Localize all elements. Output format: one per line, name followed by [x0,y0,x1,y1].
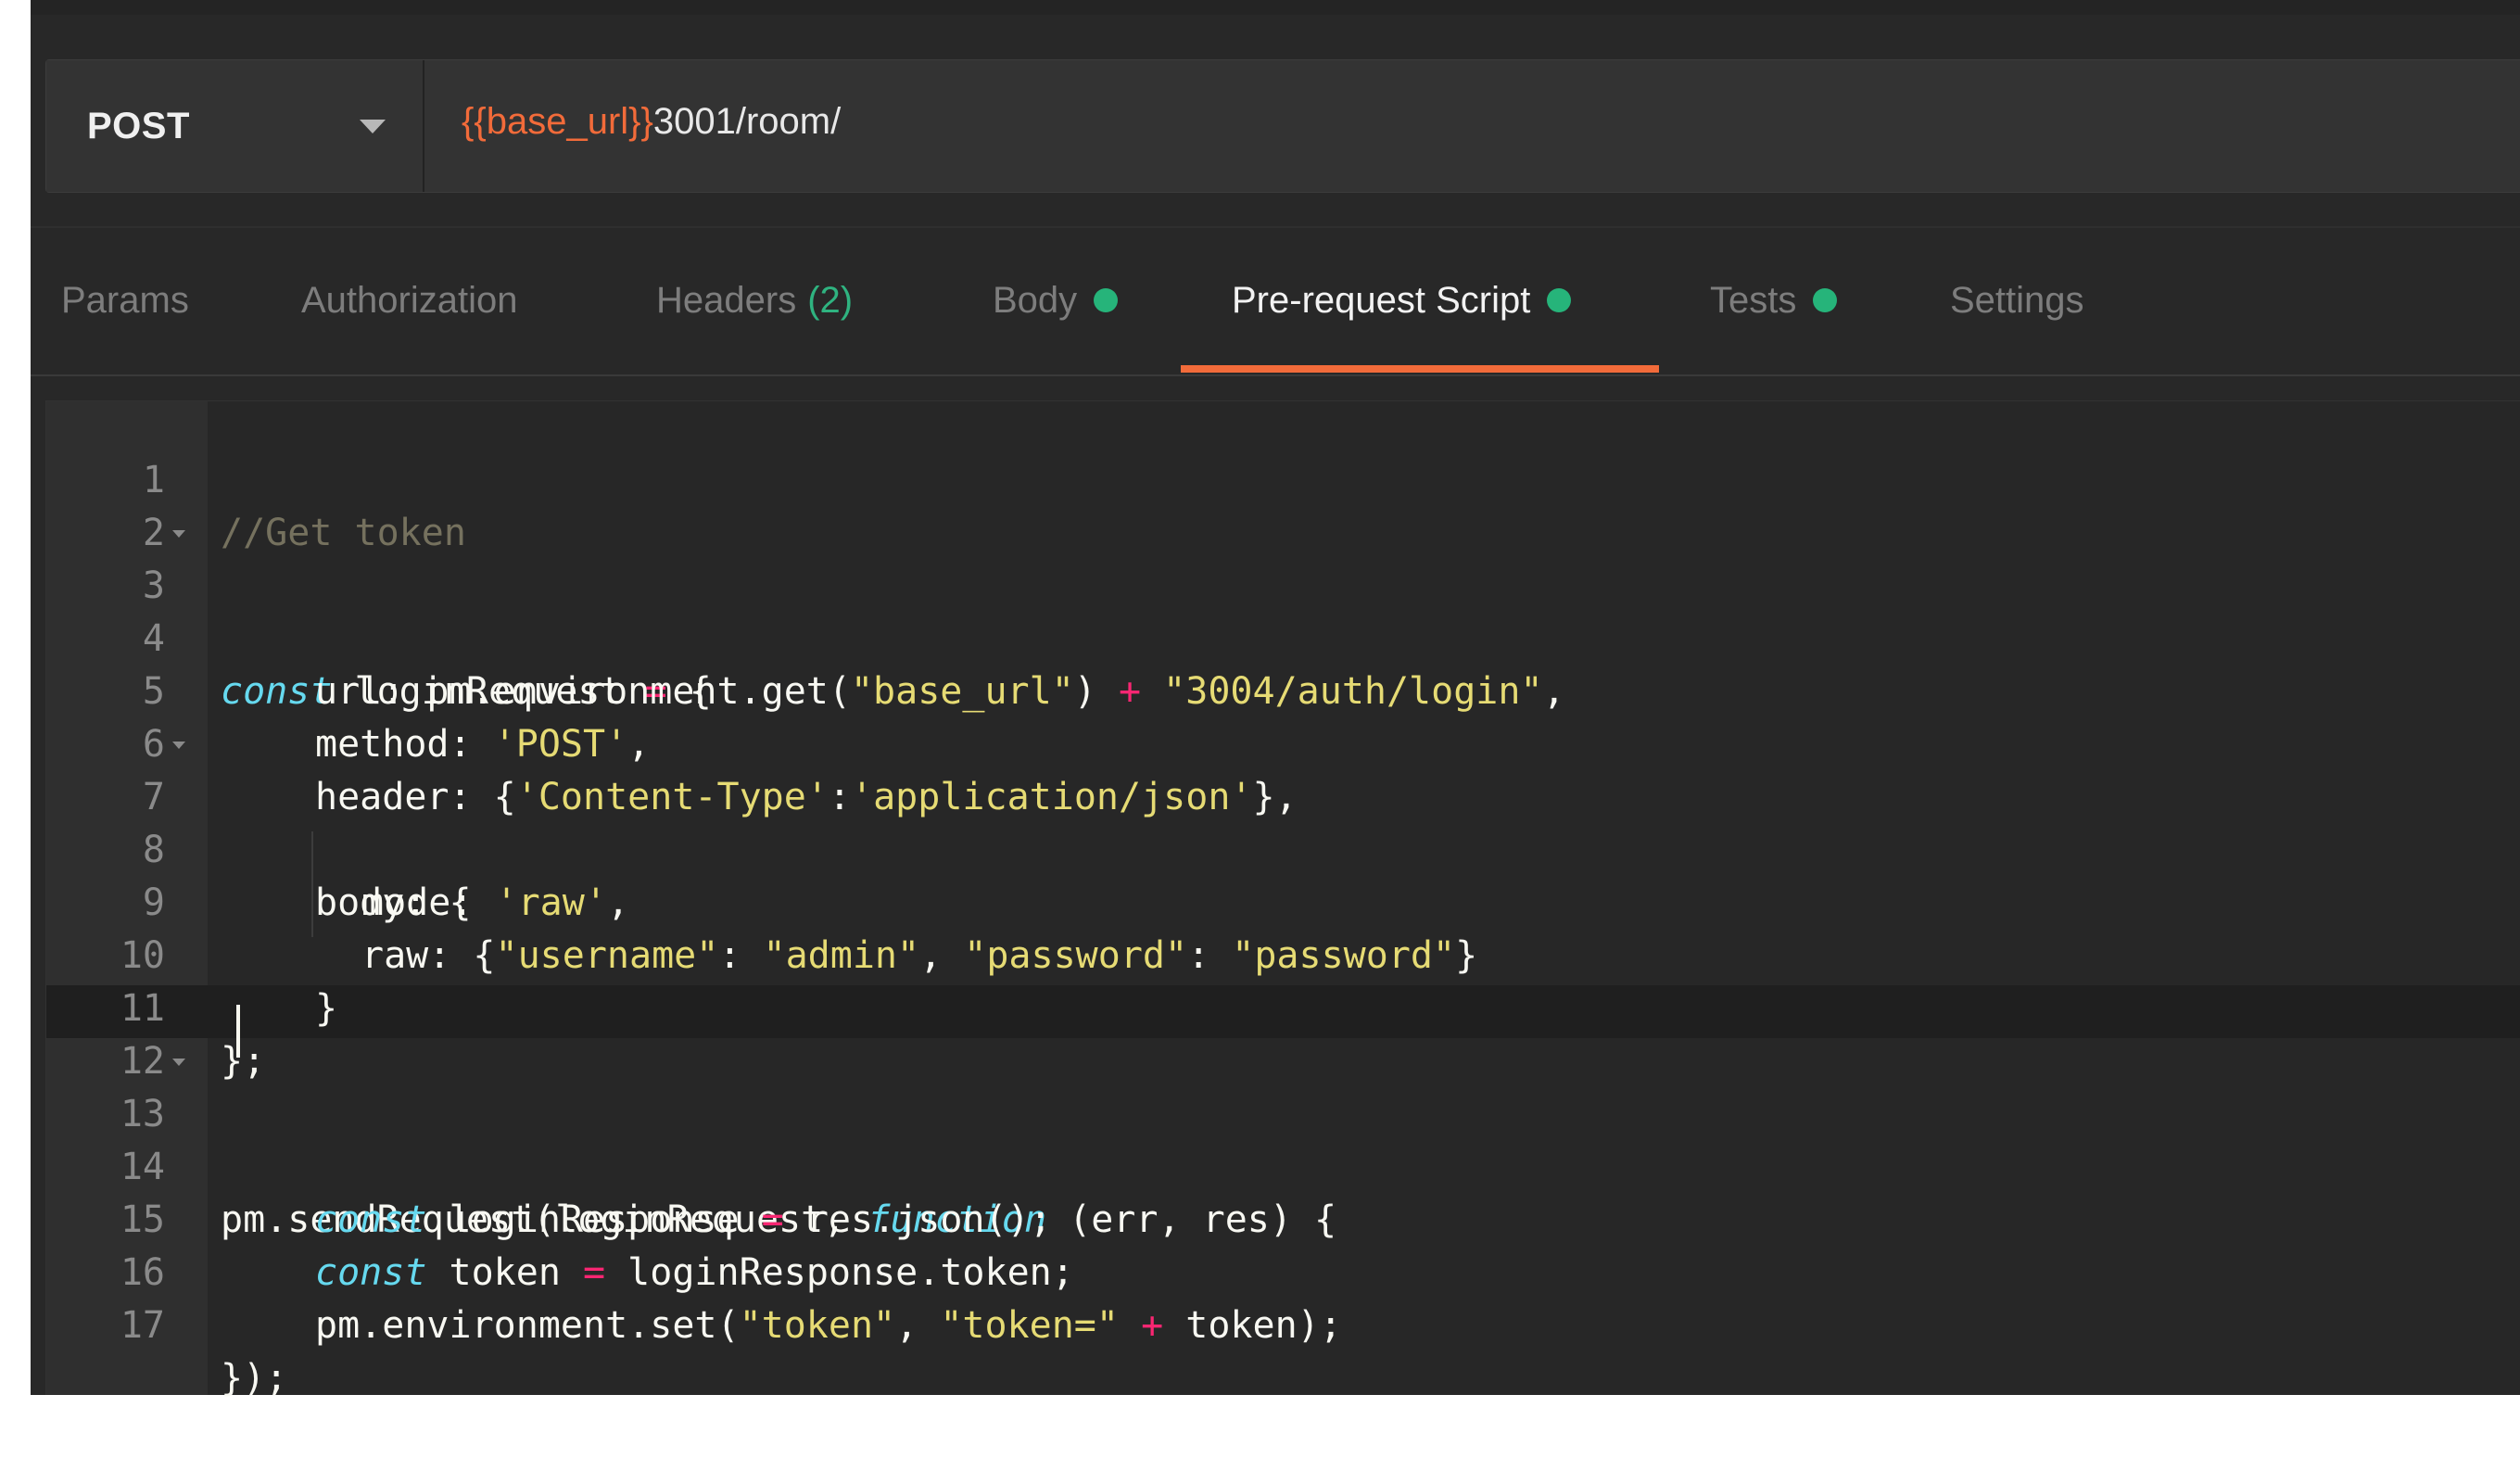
tab-label: Pre-request Script [1232,279,1531,321]
code-line: 5 method: 'POST', [46,613,2520,766]
code-line: 2 [46,454,2520,554]
url-path: 3001/room/ [652,100,842,142]
code-line: 9 raw: {"username": "admin", "password":… [46,824,2520,977]
request-tabs: Params Authorization Headers (2) Body Pre… [31,226,2520,376]
tab-params[interactable]: Params [61,228,189,373]
code-line: 17 }); [46,1247,2520,1400]
chevron-down-icon [360,119,386,133]
tab-tests[interactable]: Tests [1710,228,1838,373]
tab-label: Authorization [301,279,518,321]
tests-indicator-dot [1813,288,1838,312]
headers-count: (2) [807,279,854,321]
line-number: 17 [120,1304,165,1347]
code-line: 15 const token = loginResponse.token; [46,1141,2520,1294]
line-content: pm.environment.set("token", "token=" + t… [315,1304,1342,1347]
fold-arrow-icon[interactable] [172,1059,185,1066]
line-content: }); [221,1357,288,1400]
tab-body[interactable]: Body [993,228,1119,373]
tab-settings[interactable]: Settings [1950,228,2084,373]
code-line: 3 const loginRequest = { [46,507,2520,713]
active-tab-indicator [1181,365,1659,373]
code-line: 8 mode: 'raw', [46,771,2520,924]
code-line: 6 header: {'Content-Type':'application/j… [46,666,2520,818]
code-line: 13 pm.sendRequest(loginRequest, function… [46,1035,2520,1241]
tab-label: Settings [1950,279,2084,321]
code-line-active: 12 [46,983,2520,1083]
fold-arrow-icon[interactable] [172,530,185,538]
code-line: 4 url: pm.environment.get("base_url") + … [46,560,2520,713]
tab-label: Params [61,279,189,321]
tab-label: Tests [1710,279,1797,321]
url-input[interactable]: {{base_url}} 3001/room/ [424,51,2520,192]
code-line: 1 //Get token [46,401,2520,554]
tab-headers[interactable]: Headers (2) [656,228,853,373]
request-bar: POST {{base_url}} 3001/room/ [45,59,2520,193]
code-line: 11 }; [46,930,2520,1083]
text-cursor [236,1005,240,1058]
tab-authorization[interactable]: Authorization [301,228,517,373]
tab-label: Body [993,279,1078,321]
code-line: 16 pm.environment.set("token", "token=" … [46,1194,2520,1347]
tab-label: Headers [656,279,797,321]
script-indicator-dot [1547,288,1572,312]
url-variable: {{base_url}} [462,100,653,142]
method-dropdown[interactable]: POST [46,60,424,192]
code-line: 14 const loginResponse = res.json(); [46,1088,2520,1241]
script-editor[interactable]: 1 //Get token 2 3 const loginRequest = {… [45,400,2520,1400]
code-line: 7 body: { [46,718,2520,924]
tab-pre-request-script[interactable]: Pre-request Script [1232,228,1572,373]
method-label: POST [87,105,190,146]
postman-request-panel: POST {{base_url}} 3001/room/ Params Autho… [31,0,2520,1400]
body-indicator-dot [1094,288,1119,312]
code-line: 10 } [46,877,2520,1030]
fold-arrow-icon[interactable] [172,742,185,749]
